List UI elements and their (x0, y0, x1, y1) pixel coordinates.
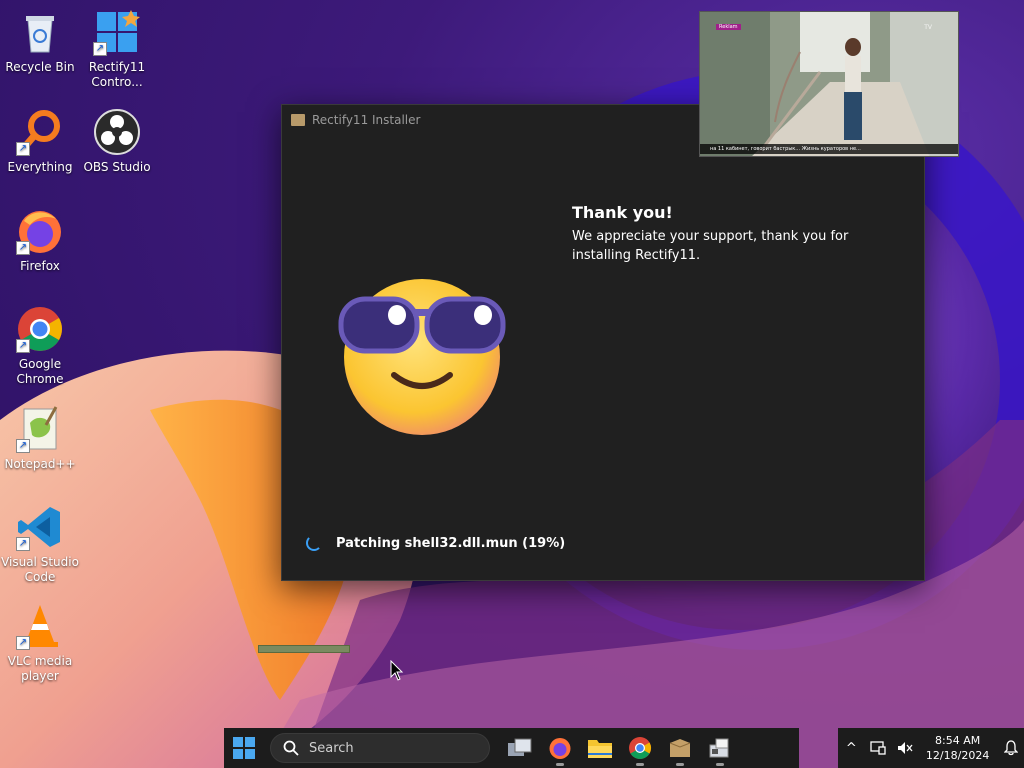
rectify11-control-icon: ↗ (93, 8, 141, 56)
running-indicator (556, 763, 564, 766)
system-tray: ^ 8:54 AM 12/18/2024 (838, 728, 1024, 768)
notifications-bell-icon[interactable] (997, 728, 1024, 768)
desktop-icon-everything[interactable]: ↗ Everything (0, 108, 80, 175)
search-placeholder: Search (309, 740, 354, 756)
everything-search-icon: ↗ (16, 108, 64, 156)
shortcut-arrow-icon: ↗ (16, 241, 30, 255)
video-news-ticker: на 11 кабинет, говорит бастрык... Жизнь … (700, 144, 958, 154)
desktop-icon-rectify11-control[interactable]: ↗ Rectify11 Contro... (77, 8, 157, 90)
taskbar-file-explorer[interactable] (580, 728, 620, 768)
volume-muted-icon[interactable] (891, 728, 918, 768)
taskbar: Search (224, 728, 799, 768)
window-title: Rectify11 Installer (312, 113, 421, 127)
task-view-icon (508, 738, 532, 756)
loading-spinner-icon (306, 535, 322, 551)
desktop-icon-obs-studio[interactable]: OBS Studio (77, 108, 157, 175)
picture-in-picture-video[interactable]: Reklam TV на 11 кабинет, говорит бастрык… (699, 11, 959, 157)
start-button[interactable] (224, 728, 264, 768)
taskbar-rectify11-installer[interactable] (660, 728, 700, 768)
running-indicator (636, 763, 644, 766)
desktop-icon-notepad-plus-plus[interactable]: ↗ Notepad++ (0, 405, 80, 472)
chrome-icon (629, 737, 651, 759)
desktop-icon-recycle-bin[interactable]: Recycle Bin (0, 8, 80, 75)
running-indicator (716, 763, 724, 766)
firefox-icon (549, 738, 571, 759)
shortcut-arrow-icon: ↗ (16, 439, 30, 453)
network-icon[interactable] (865, 728, 892, 768)
desktop-icon-label: Notepad++ (4, 457, 76, 471)
desktop-icon-label: Everything (7, 160, 73, 174)
taskbar-clock[interactable]: 8:54 AM 12/18/2024 (926, 733, 989, 763)
installer-box-icon (291, 114, 305, 126)
clock-date: 12/18/2024 (925, 749, 990, 762)
desktop-icon-label: Firefox (20, 259, 60, 273)
obs-studio-icon (93, 108, 141, 156)
folder-icon (588, 740, 612, 758)
thank-you-message: We appreciate your support, thank you fo… (572, 229, 849, 263)
shortcut-arrow-icon: ↗ (16, 636, 30, 650)
rectify11-installer-window: Rectify11 Installer Thank you! We apprec… (281, 104, 925, 581)
recycle-bin-icon (16, 8, 64, 56)
taskbar-firefox[interactable] (540, 728, 580, 768)
shortcut-arrow-icon: ↗ (93, 42, 107, 56)
desktop-icon-firefox[interactable]: ↗ Firefox (0, 207, 80, 274)
running-indicator (676, 763, 684, 766)
desktop-icon-visual-studio-code[interactable]: ↗ Visual Studio Code (0, 503, 80, 585)
desktop-icon-google-chrome[interactable]: ↗ Google Chrome (0, 305, 80, 387)
sunglasses-emoji-icon (337, 277, 507, 437)
show-hidden-icons-chevron-up-icon[interactable]: ^ (838, 728, 865, 768)
task-view-button[interactable] (500, 728, 540, 768)
taskbar-app-installer[interactable] (700, 728, 740, 768)
taskbar-search-box[interactable]: Search (270, 733, 490, 763)
desktop-icon-vlc-media-player[interactable]: ↗ VLC media player (0, 602, 80, 684)
desktop-icon-label: Recycle Bin (5, 60, 75, 74)
vscode-icon: ↗ (16, 503, 64, 551)
desktop-icon-label: Visual Studio Code (1, 555, 79, 584)
desktop-icon-label: OBS Studio (83, 160, 151, 174)
mouse-cursor-icon (390, 659, 404, 686)
thank-you-heading: Thank you! (572, 203, 673, 222)
video-channel-logo: TV (924, 24, 932, 31)
drag-bar (258, 645, 350, 653)
desktop-icon-label: Rectify11 Contro... (88, 60, 146, 89)
shortcut-arrow-icon: ↗ (16, 537, 30, 551)
shortcut-arrow-icon: ↗ (16, 142, 30, 156)
chrome-icon: ↗ (16, 305, 64, 353)
video-badge: Reklam (716, 24, 741, 30)
patching-status: Patching shell32.dll.mun (19%) (306, 535, 565, 551)
firefox-icon: ↗ (16, 207, 64, 255)
clock-time: 8:54 AM (935, 734, 981, 747)
taskbar-chrome[interactable] (620, 728, 660, 768)
patching-status-text: Patching shell32.dll.mun (19%) (336, 535, 566, 551)
app-installer-icon (709, 738, 729, 758)
shortcut-arrow-icon: ↗ (16, 339, 30, 353)
desktop-icon-label: Google Chrome (16, 357, 64, 386)
search-icon (283, 740, 299, 756)
desktop-icon-label: VLC media player (7, 654, 73, 683)
vlc-cone-icon: ↗ (16, 602, 64, 650)
notepad-plus-plus-icon: ↗ (16, 405, 64, 453)
windows-logo-icon (233, 737, 255, 759)
installer-box-icon (669, 739, 691, 757)
